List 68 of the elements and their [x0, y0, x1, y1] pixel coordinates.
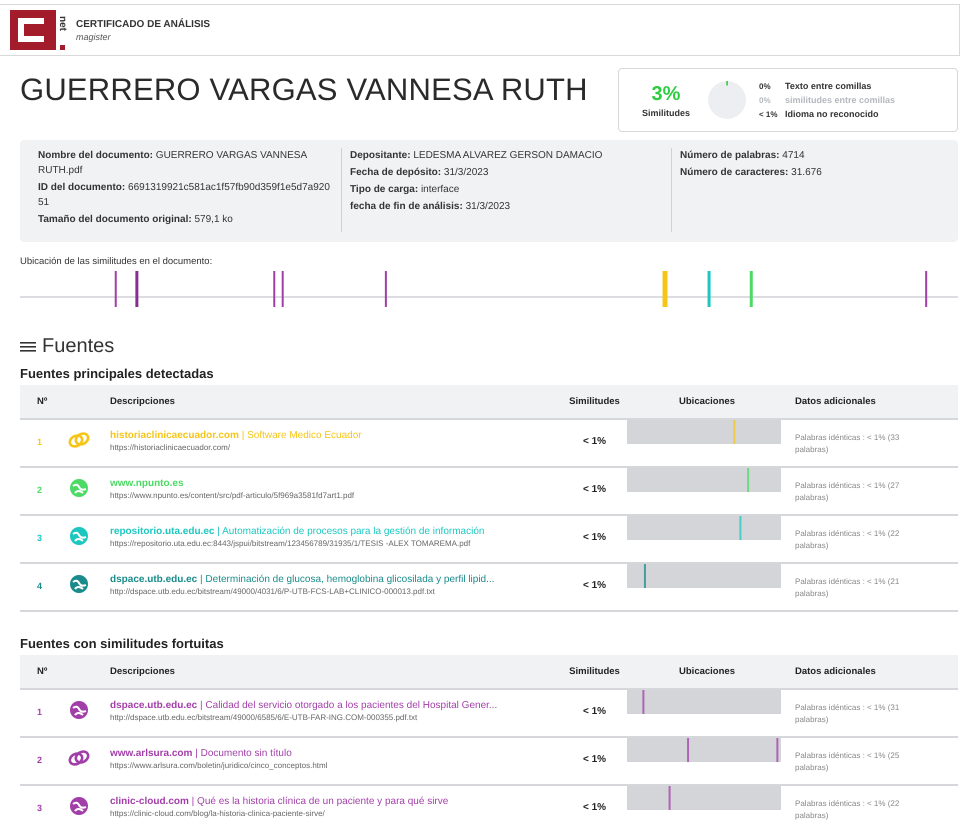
similarity-value: < 1%: [582, 579, 608, 591]
additional-data: Palabras idénticas : < 1% (22 palabras): [794, 798, 900, 822]
certificate-title: CERTIFICADO DE ANÁLISIS: [76, 18, 210, 30]
info-field: Depositante: LEDESMA ALVAREZ GERSON DAMACIO: [350, 148, 663, 163]
info-field: Número de caracteres: 31.676: [680, 165, 940, 180]
location-label: Ubicación de las similitudes en el documento:: [20, 256, 214, 267]
column-header: Similitudes: [568, 666, 621, 677]
section-title: Fuentes principales detectadas: [20, 366, 215, 381]
source-number: 4: [36, 580, 44, 591]
source-url[interactable]: https://www.arlsura.com/boletin/juridico/cinco_conceptos.html: [110, 761, 562, 770]
source-url[interactable]: https://www.npunto.es/content/src/pdf-articulo/5f969a3581fd7art1.pdf: [110, 491, 562, 500]
summary-label: Texto entre comillas: [785, 81, 872, 91]
column-header: Descripciones: [110, 396, 176, 407]
info-field: Tamaño del documento original: 579,1 ko: [38, 212, 333, 227]
info-field: fecha de fin de análisis: 31/3/2023: [350, 199, 663, 214]
additional-data: Palabras idénticas : < 1% (31 palabras): [794, 702, 900, 726]
column-header: Ubicaciones: [678, 666, 736, 677]
source-url[interactable]: https://repositorio.uta.edu.ec:8443/jspui/bitstream/123456789/31935/1/TESIS -ALEX TOMAREMA.pdf: [110, 539, 562, 548]
section-title: Fuentes con similitudes fortuitas: [20, 636, 225, 651]
similarity-percentage: 3%: [652, 82, 680, 106]
info-field: Fecha de depósito: 31/3/2023: [350, 165, 663, 180]
column-header: Ubicaciones: [678, 396, 736, 407]
sources-heading: Fuentes: [42, 335, 114, 358]
donut-chart-icon: [707, 80, 747, 120]
source-description[interactable]: www.arlsura.com | Documento sin título: [110, 748, 562, 759]
source-number: 2: [36, 754, 44, 765]
similarity-label: Similitudes: [642, 108, 690, 118]
column-header: Datos adicionales: [794, 396, 877, 407]
similarity-value: < 1%: [582, 435, 608, 447]
summary-value: 0%: [759, 82, 772, 91]
similarity-value: < 1%: [582, 705, 608, 717]
source-url[interactable]: http://dspace.utb.edu.ec/bitstream/49000/4031/6/P-UTB-FCS-LAB+CLINICO-000013.pdf.txt: [110, 587, 562, 596]
similarity-value: < 1%: [582, 753, 608, 765]
source-number: 3: [36, 802, 44, 813]
source-description[interactable]: dspace.utb.edu.ec | Calidad del servicio otorgado a los pacientes del Hospital Gener...: [110, 700, 562, 711]
info-field: Tipo de carga: interface: [350, 182, 663, 197]
column-header: Descripciones: [110, 666, 176, 677]
source-description[interactable]: dspace.utb.edu.ec | Determinación de glucosa, hemoglobina glicosilada y perfil lipid...: [110, 574, 562, 585]
info-field: Nombre del documento: GUERRERO VARGAS VANNESA RUTH.pdf: [38, 148, 333, 178]
brand-subtitle: magister: [76, 32, 112, 42]
similarity-value: < 1%: [582, 801, 608, 813]
column-header: Datos adicionales: [794, 666, 877, 677]
list-icon: [20, 340, 36, 352]
column-header: Similitudes: [568, 396, 621, 407]
summary-label: Idioma no reconocido: [785, 109, 879, 119]
summary-value: < 1%: [759, 110, 778, 119]
source-url[interactable]: https://clinic-cloud.com/blog/la-historia-clinica-paciente-sirve/: [110, 809, 562, 818]
source-description[interactable]: clinic-cloud.com | Qué es la historia clínica de un paciente y para qué sirve: [110, 796, 562, 807]
summary-label: similitudes entre comillas: [785, 95, 896, 105]
info-field: ID del documento: 6691319921c581ac1f57fb90d359f1e5d7a92051: [38, 180, 333, 210]
source-url[interactable]: http://dspace.utb.edu.ec/bitstream/49000/6585/6/E-UTB-FAR-ING.COM-000355.pdf.txt: [110, 713, 562, 722]
source-number: 1: [36, 436, 44, 447]
additional-data: Palabras idénticas : < 1% (22 palabras): [794, 528, 900, 552]
additional-data: Palabras idénticas : < 1% (21 palabras): [794, 576, 900, 600]
additional-data: Palabras idénticas : < 1% (25 palabras): [794, 750, 900, 774]
source-number: 1: [36, 706, 44, 717]
additional-data: Palabras idénticas : < 1% (27 palabras): [794, 480, 900, 504]
similarity-value: < 1%: [582, 483, 608, 495]
summary-value: 0%: [759, 96, 772, 105]
document-title: GUERRERO VARGAS VANNESA RUTH: [20, 72, 588, 108]
source-url[interactable]: https://historiaclinicaecuador.com/: [110, 443, 562, 452]
source-number: 2: [36, 484, 44, 495]
info-field: Número de palabras: 4714: [680, 148, 940, 163]
column-header: Nº: [36, 396, 48, 407]
additional-data: Palabras idénticas : < 1% (33 palabras): [794, 432, 900, 456]
source-number: 3: [36, 532, 44, 543]
similarity-value: < 1%: [582, 531, 608, 543]
column-header: Nº: [36, 666, 48, 677]
